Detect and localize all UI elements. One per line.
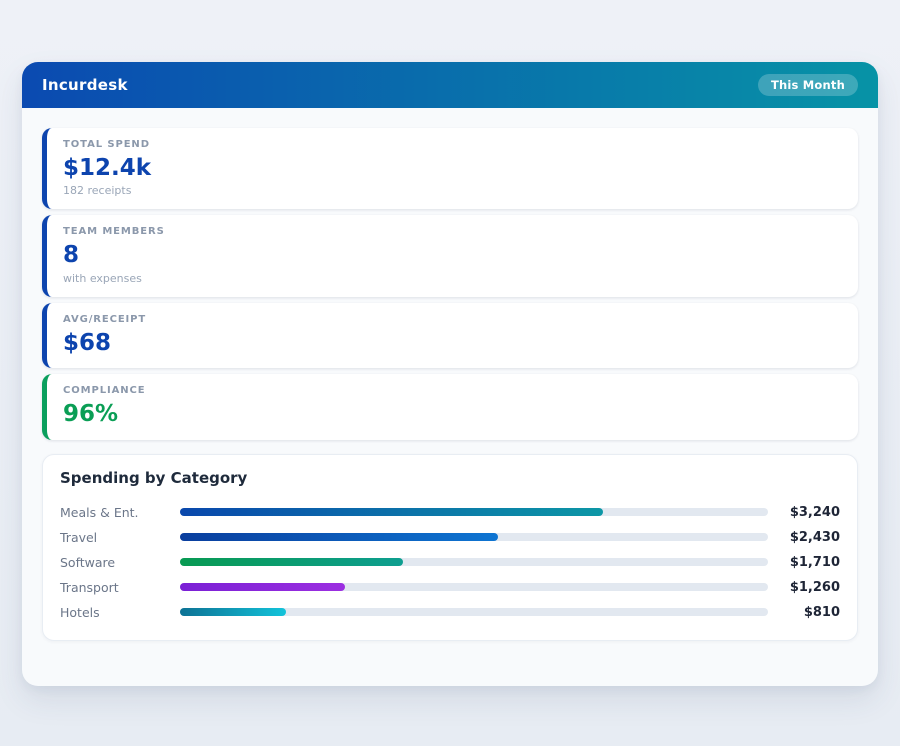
category-row-hotels: Hotels $810 xyxy=(60,600,840,625)
category-label: Hotels xyxy=(60,605,180,620)
stat-value: 96% xyxy=(63,401,842,427)
stat-card-compliance: COMPLIANCE 96% xyxy=(42,374,858,439)
category-value: $1,260 xyxy=(768,580,840,595)
stat-subtext: with expenses xyxy=(63,272,842,285)
stat-label: TEAM MEMBERS xyxy=(63,226,842,237)
stat-card-avg-receipt: AVG/RECEIPT $68 xyxy=(42,303,858,368)
bar-track xyxy=(180,608,768,616)
category-value: $810 xyxy=(768,605,840,620)
bar-track xyxy=(180,583,768,591)
category-value: $1,710 xyxy=(768,555,840,570)
bar-track xyxy=(180,558,768,566)
stat-subtext: 182 receipts xyxy=(63,184,842,197)
stat-value: $12.4k xyxy=(63,155,842,181)
category-value: $3,240 xyxy=(768,505,840,520)
bar-fill-travel xyxy=(180,533,498,541)
category-row-software: Software $1,710 xyxy=(60,550,840,575)
stat-label: COMPLIANCE xyxy=(63,385,842,396)
bar-fill-software xyxy=(180,558,403,566)
category-row-travel: Travel $2,430 xyxy=(60,525,840,550)
stat-card-team-members: TEAM MEMBERS 8 with expenses xyxy=(42,215,858,296)
app-header: Incurdesk This Month xyxy=(22,62,878,108)
panel-body: TOTAL SPEND $12.4k 182 receipts TEAM MEM… xyxy=(22,108,878,661)
category-label: Software xyxy=(60,555,180,570)
stat-label: AVG/RECEIPT xyxy=(63,314,842,325)
app-panel: Incurdesk This Month TOTAL SPEND $12.4k … xyxy=(22,62,878,686)
period-badge[interactable]: This Month xyxy=(758,74,858,96)
spending-by-category-card: Spending by Category Meals & Ent. $3,240… xyxy=(42,454,858,641)
bar-fill-hotels xyxy=(180,608,286,616)
stat-value: 8 xyxy=(63,242,842,268)
category-row-transport: Transport $1,260 xyxy=(60,575,840,600)
category-row-meals: Meals & Ent. $3,240 xyxy=(60,500,840,525)
bar-track xyxy=(180,508,768,516)
bar-fill-transport xyxy=(180,583,345,591)
stat-value: $68 xyxy=(63,330,842,356)
chart-title: Spending by Category xyxy=(60,469,840,487)
category-label: Meals & Ent. xyxy=(60,505,180,520)
bar-fill-meals xyxy=(180,508,603,516)
bar-track xyxy=(180,533,768,541)
stat-label: TOTAL SPEND xyxy=(63,139,842,150)
app-title: Incurdesk xyxy=(42,76,128,94)
stat-card-total-spend: TOTAL SPEND $12.4k 182 receipts xyxy=(42,128,858,209)
category-label: Travel xyxy=(60,530,180,545)
category-value: $2,430 xyxy=(768,530,840,545)
category-label: Transport xyxy=(60,580,180,595)
